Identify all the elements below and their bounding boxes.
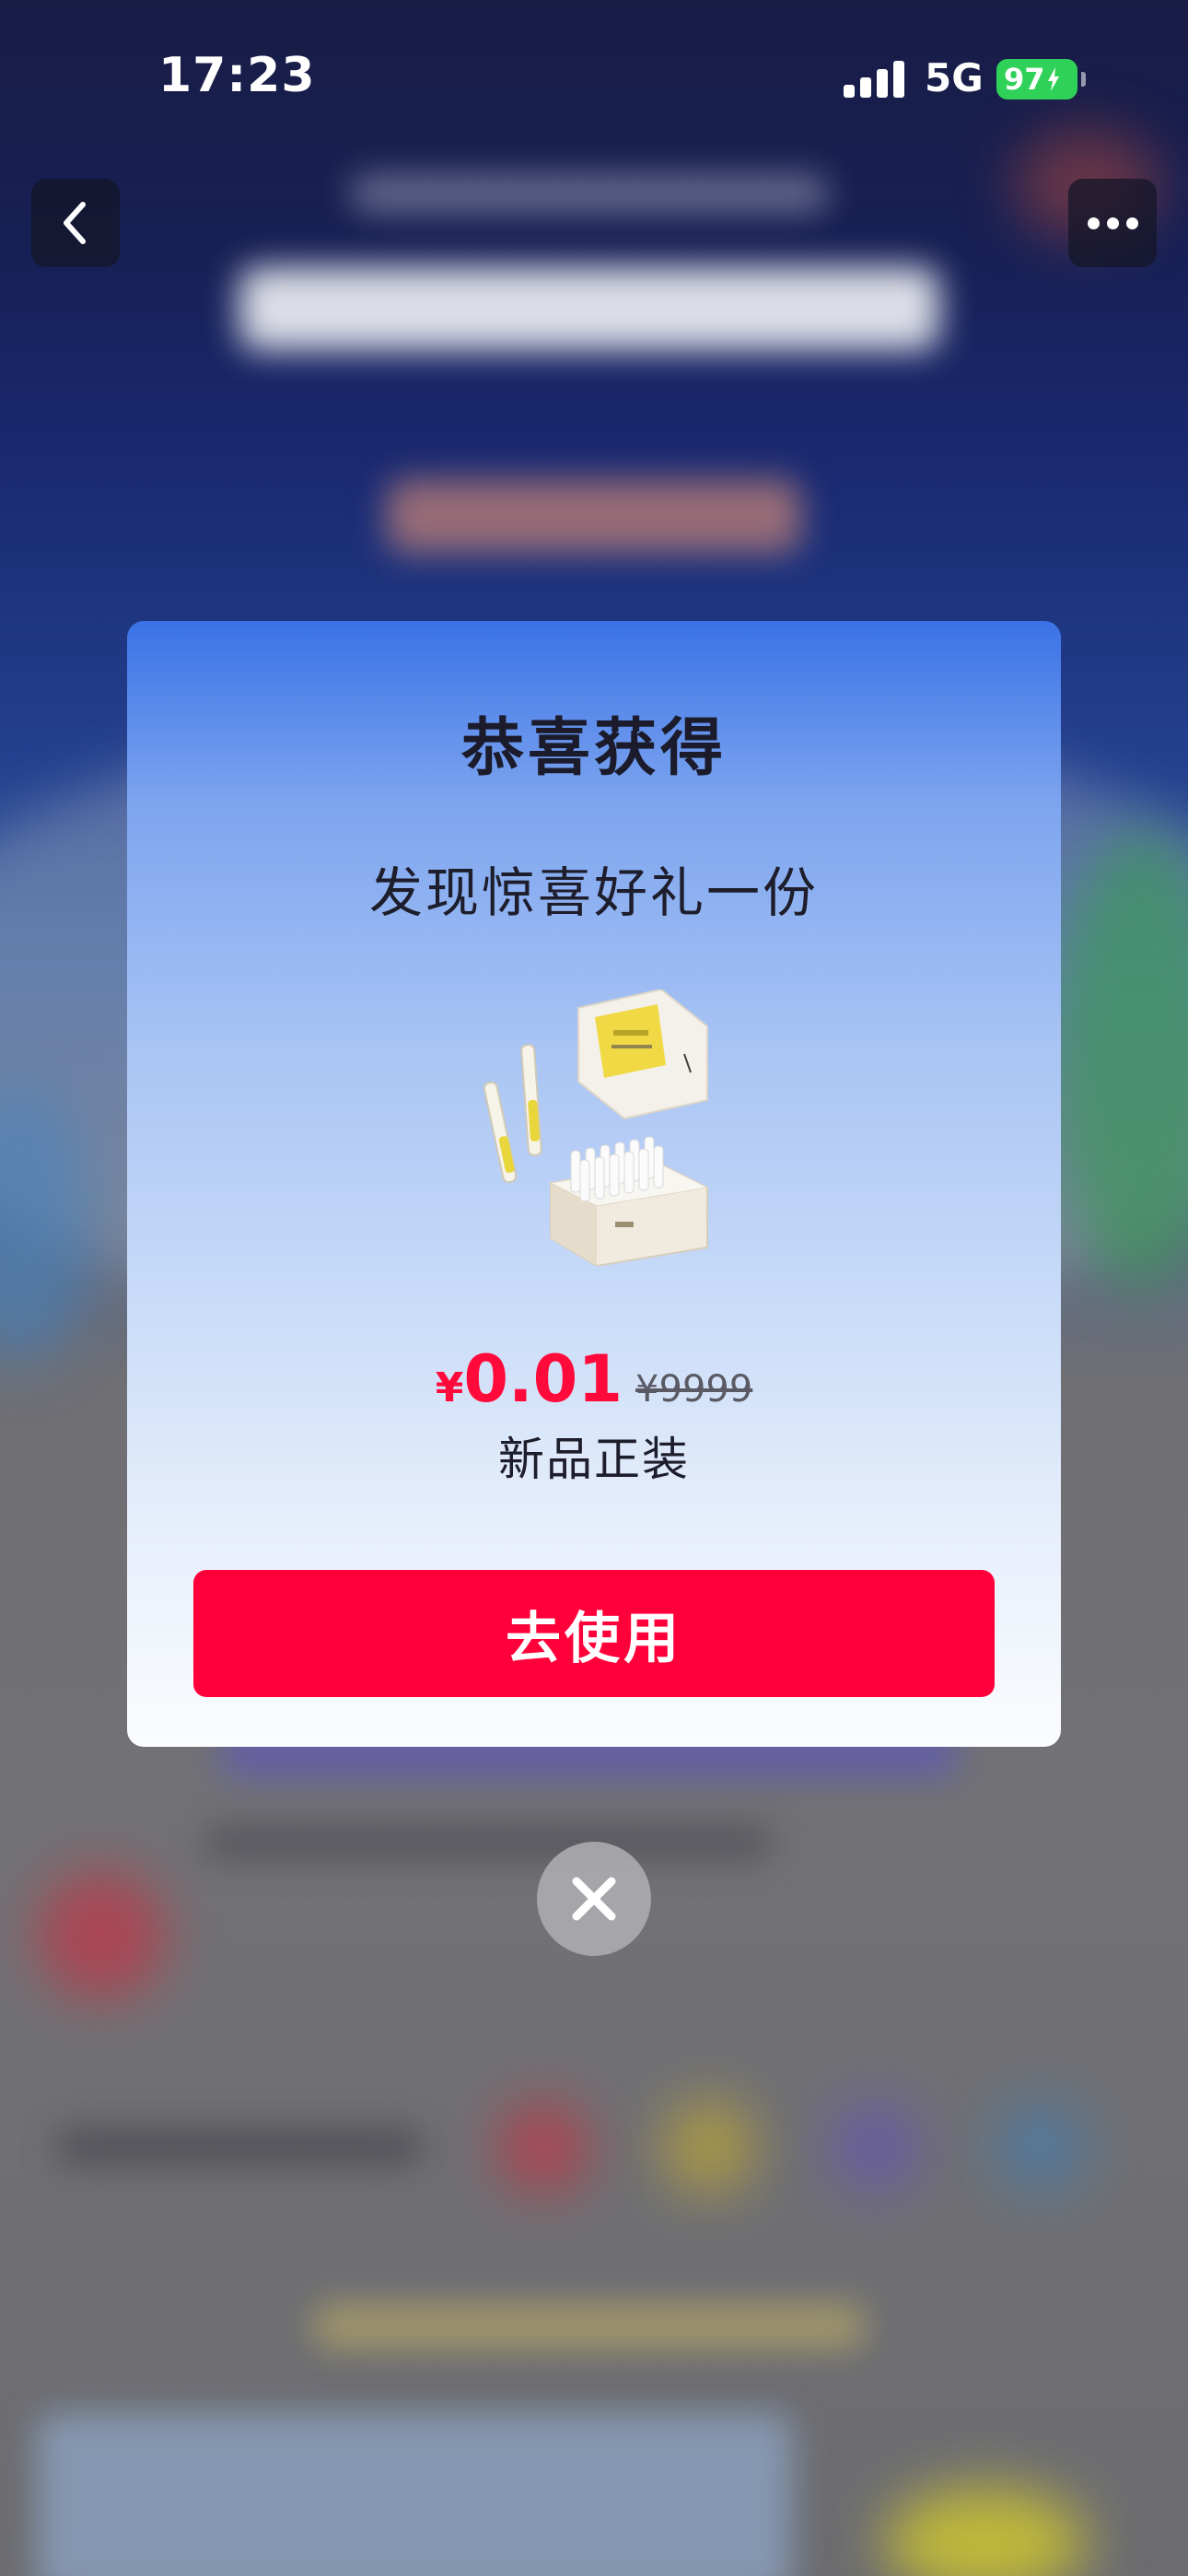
battery-icon: 97 <box>996 59 1077 100</box>
background-blur-text <box>203 1824 774 1861</box>
charging-bolt-icon <box>1047 67 1059 91</box>
close-button[interactable] <box>537 1842 651 1956</box>
price-currency: ¥ <box>435 1364 464 1411</box>
background-blur-text <box>313 2303 866 2349</box>
background-blob <box>37 1870 166 1999</box>
more-button[interactable] <box>1068 179 1157 267</box>
status-time: 17:23 <box>158 48 316 103</box>
cellular-signal-icon <box>844 61 904 98</box>
background-blur-text <box>387 479 801 553</box>
modal-subtitle: 发现惊喜好礼一份 <box>368 861 819 924</box>
price-row: ¥0.01 ¥9999 <box>127 1341 1061 1417</box>
use-now-button[interactable]: 去使用 <box>193 1570 995 1697</box>
battery-level: 97 <box>1004 62 1045 97</box>
background-blur-banner <box>37 2414 792 2576</box>
back-button[interactable] <box>31 179 120 267</box>
original-price: ¥9999 <box>635 1368 753 1411</box>
background-blur-text <box>239 267 939 350</box>
background-blob <box>497 2101 589 2193</box>
network-type: 5G <box>925 55 984 100</box>
more-horizontal-icon <box>1084 217 1142 229</box>
battery-tip <box>1081 72 1086 87</box>
product-description: 新品正装 <box>498 1433 690 1486</box>
close-icon <box>572 1877 616 1921</box>
background-blob <box>995 2101 1087 2193</box>
product-image <box>483 989 709 1266</box>
background-blob <box>829 2101 921 2193</box>
chevron-left-icon <box>64 202 86 244</box>
modal-title: 恭喜获得 <box>460 712 727 785</box>
sale-price: 0.01 <box>463 1341 623 1417</box>
background-blur-text <box>55 2128 424 2165</box>
background-blob <box>663 2101 755 2193</box>
background-blur-text <box>350 175 829 212</box>
status-bar: 17:23 5G 97 <box>0 0 1188 157</box>
reward-modal: 恭喜获得 发现惊喜好礼一份 ¥0.01 ¥9999 新品正装 去使用 <box>127 621 1061 1747</box>
